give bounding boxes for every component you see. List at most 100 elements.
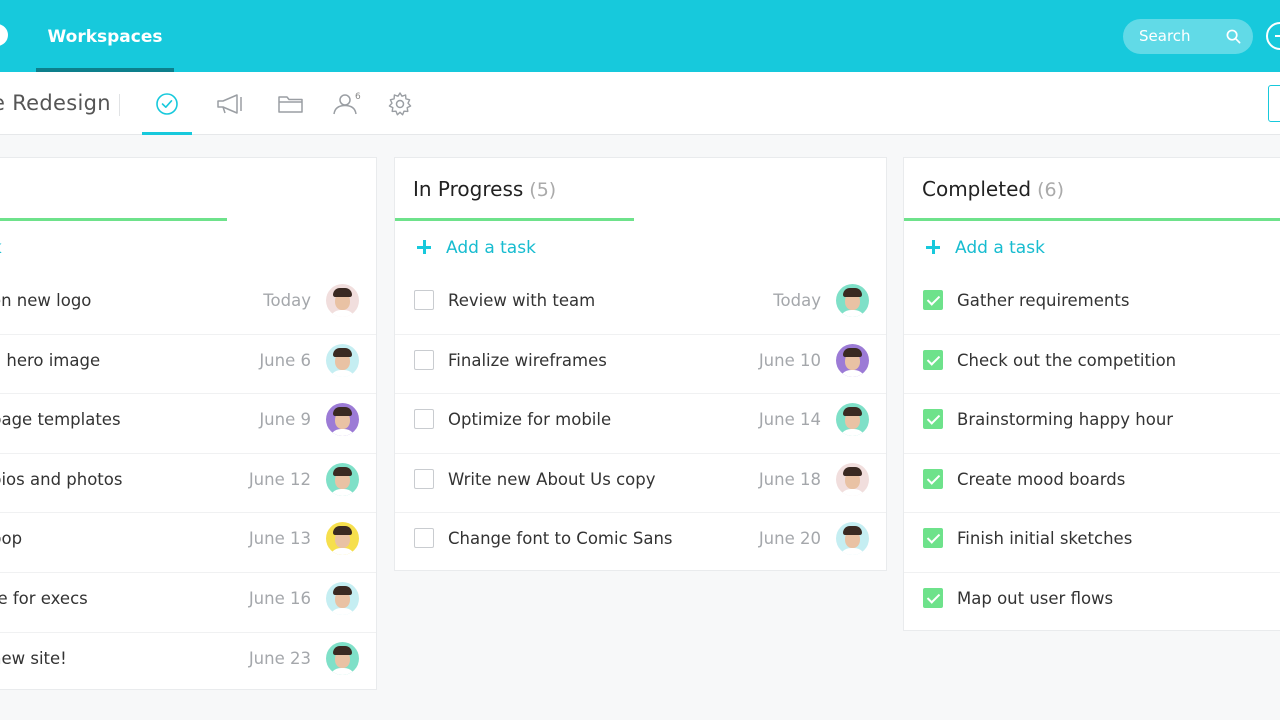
add-icon[interactable] — [1266, 22, 1280, 50]
task-due-date: Today — [263, 291, 311, 310]
task-name: Change font to Comic Sans — [448, 529, 673, 549]
task-checkbox[interactable] — [414, 409, 434, 430]
task-checkbox[interactable] — [414, 528, 434, 549]
column-title: Completed (6) — [922, 177, 1064, 201]
nav-tab-workspaces[interactable]: Workspaces — [36, 0, 174, 72]
assignee-avatar[interactable] — [326, 462, 359, 496]
task-name: pop — [0, 529, 23, 549]
divider — [119, 94, 120, 116]
assignee-avatar[interactable] — [836, 522, 869, 556]
tasks-icon[interactable] — [142, 90, 192, 135]
task-name: on new logo — [0, 291, 92, 310]
task-due-date: June 18 — [758, 469, 821, 489]
task-name: page templates — [0, 410, 121, 430]
task-row[interactable]: Change font to Comic Sans June 20 — [395, 513, 886, 573]
project-toolbar: e Redesign 6 — [0, 72, 1280, 135]
assignee-avatar[interactable] — [326, 522, 359, 556]
task-name: Optimize for mobile — [448, 410, 612, 430]
task-row[interactable]: Create mood boards — [904, 454, 1280, 514]
task-due-date: June 14 — [758, 410, 821, 430]
task-name: Finalize wireframes — [448, 350, 607, 370]
task-name: Brainstorming happy hour — [957, 410, 1174, 430]
task-checkbox[interactable] — [414, 349, 434, 370]
plus-icon — [926, 240, 940, 254]
task-row[interactable]: Check out the competition — [904, 335, 1280, 395]
checked-checkbox[interactable] — [923, 468, 943, 489]
settings-icon[interactable] — [385, 90, 415, 118]
task-name: Create mood boards — [957, 469, 1126, 489]
checked-checkbox[interactable] — [923, 528, 943, 549]
assignee-avatar[interactable] — [836, 343, 869, 377]
task-checkbox[interactable] — [414, 468, 434, 489]
assignee-avatar[interactable] — [836, 462, 869, 496]
task-checkbox[interactable] — [414, 290, 434, 310]
task-name: a hero image — [0, 350, 101, 370]
task-row[interactable]: Map out user flows — [904, 573, 1280, 633]
assignee-avatar[interactable] — [836, 403, 869, 437]
checked-checkbox[interactable] — [923, 587, 943, 608]
column-count: (6) — [1037, 179, 1065, 201]
search-icon — [1226, 29, 1241, 44]
task-due-date: June 16 — [248, 588, 311, 608]
task-row[interactable]: pop June 13 — [0, 513, 376, 573]
logo-icon[interactable] — [0, 24, 8, 46]
project-title: e Redesign — [0, 91, 111, 115]
task-name: Finish initial sketches — [957, 529, 1133, 549]
column-completed: Completed (6) Add a task Gather requireme… — [903, 157, 1280, 631]
search-input[interactable]: Search — [1123, 19, 1253, 54]
task-row[interactable]: page templates June 9 — [0, 394, 376, 454]
assignee-avatar[interactable] — [836, 284, 869, 317]
task-name: Gather requirements — [957, 291, 1130, 310]
task-due-date: June 9 — [259, 410, 311, 430]
add-task-button[interactable]: Add a task — [904, 221, 1280, 275]
task-row[interactable]: Finish initial sketches — [904, 513, 1280, 573]
column-title: In Progress (5) — [413, 177, 556, 201]
assignee-avatar[interactable] — [326, 581, 359, 615]
checked-checkbox[interactable] — [923, 409, 943, 430]
task-due-date: June 12 — [248, 469, 311, 489]
task-name: new site! — [0, 648, 67, 668]
task-row[interactable]: Optimize for mobile June 14 — [395, 394, 886, 454]
checked-checkbox[interactable] — [923, 290, 943, 310]
task-row[interactable]: bios and photos June 12 — [0, 454, 376, 514]
task-row[interactable]: new site! June 23 — [0, 633, 376, 693]
add-task-label: Add a task — [955, 238, 1045, 258]
task-row[interactable]: Finalize wireframes June 10 — [395, 335, 886, 395]
top-bar: Workspaces Search — [0, 0, 1280, 72]
task-row[interactable]: te for execs June 16 — [0, 573, 376, 633]
task-list: Gather requirements Check out the competi… — [904, 275, 1280, 633]
task-name: Write new About Us copy — [448, 469, 656, 489]
task-due-date: June 20 — [758, 529, 821, 549]
task-row[interactable]: Gather requirements — [904, 275, 1280, 335]
task-name: Map out user flows — [957, 588, 1114, 608]
add-task-label: Add a task — [446, 238, 536, 258]
task-row[interactable]: Review with team Today — [395, 275, 886, 335]
announcements-icon[interactable] — [215, 90, 245, 118]
plus-icon — [417, 240, 431, 254]
column-in-progress: In Progress (5) Add a task Review with te… — [394, 157, 887, 571]
column-header: In Progress (5) — [395, 158, 886, 221]
assignee-avatar[interactable] — [326, 343, 359, 377]
add-task-button[interactable]: Add a task — [395, 221, 886, 275]
column-title-text: Completed — [922, 177, 1032, 201]
toolbar-right-button[interactable] — [1268, 85, 1280, 122]
task-list: on new logo Today a hero image June 6 page t… — [0, 275, 376, 692]
task-row[interactable]: Brainstorming happy hour — [904, 394, 1280, 454]
task-due-date: June 13 — [248, 529, 311, 549]
assignee-avatar[interactable] — [326, 641, 359, 675]
task-row[interactable]: on new logo Today — [0, 275, 376, 335]
members-count: 6 — [355, 92, 361, 102]
task-row[interactable]: a hero image June 6 — [0, 335, 376, 395]
task-row[interactable]: Write new About Us copy June 18 — [395, 454, 886, 514]
column-title-text: In Progress — [413, 177, 524, 201]
checked-checkbox[interactable] — [923, 349, 943, 370]
files-icon[interactable] — [276, 90, 306, 118]
add-task-button[interactable]: sk — [0, 221, 376, 275]
task-due-date: June 10 — [758, 350, 821, 370]
column-count: (5) — [529, 179, 557, 201]
task-due-date: Today — [773, 291, 821, 310]
column-header — [0, 158, 376, 221]
task-due-date: June 6 — [259, 350, 311, 370]
assignee-avatar[interactable] — [326, 403, 359, 437]
assignee-avatar[interactable] — [326, 284, 359, 317]
